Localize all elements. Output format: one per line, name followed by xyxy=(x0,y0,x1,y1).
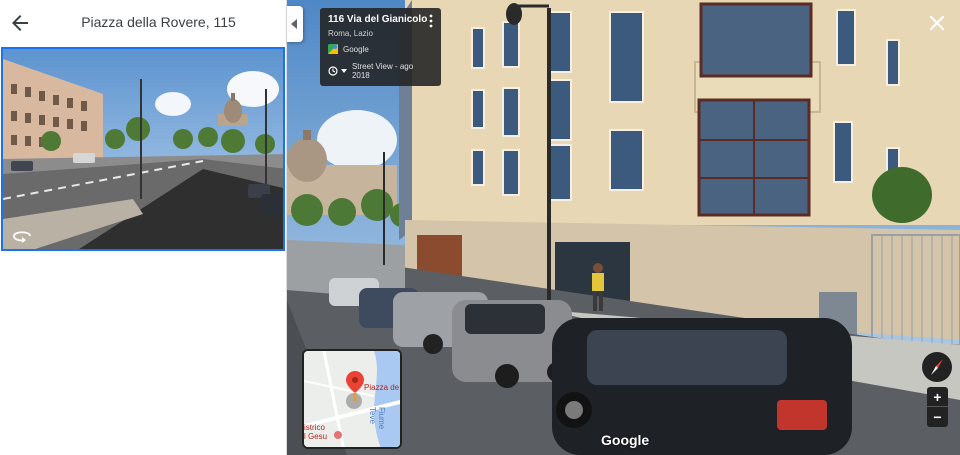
provider-row: Google xyxy=(328,44,433,54)
location-address: 116 Via del Gianicolo xyxy=(328,14,428,25)
close-icon[interactable] xyxy=(928,14,946,32)
location-locality: Roma, Lazio xyxy=(328,29,373,38)
compass-button[interactable] xyxy=(922,352,952,382)
church-marker-icon xyxy=(334,431,342,439)
zoom-in-button[interactable]: + xyxy=(927,387,948,407)
collapse-panel-button[interactable] xyxy=(287,6,303,42)
side-panel: Piazza della Rovere, 115 xyxy=(0,0,287,455)
side-panel-header: Piazza della Rovere, 115 xyxy=(0,0,287,46)
clock-history-icon xyxy=(328,66,338,76)
map-pin-icon xyxy=(346,371,364,402)
capture-date: Street View - ago 2018 xyxy=(351,62,414,80)
zoom-out-button[interactable]: − xyxy=(927,407,948,427)
app: Piazza della Rovere, 115 116 Via del Gia… xyxy=(0,0,960,455)
back-arrow-icon[interactable] xyxy=(8,11,32,35)
rotate-icon[interactable] xyxy=(11,227,33,243)
google-maps-icon xyxy=(328,44,338,54)
google-logo: Google xyxy=(601,432,650,448)
provider-name: Google xyxy=(343,44,369,54)
mini-map-river-label: Fiume Teve xyxy=(368,407,386,430)
chevron-down-icon xyxy=(340,69,347,73)
chevron-left-icon xyxy=(291,19,297,29)
zoom-control: + − xyxy=(927,387,948,427)
location-info-card: 116 Via del Gianicolo Roma, Lazio Google… xyxy=(320,8,441,86)
more-vert-icon[interactable] xyxy=(426,14,436,28)
street-view-thumbnail[interactable] xyxy=(1,47,285,251)
compass-icon xyxy=(931,359,943,375)
mini-map-church-label: istrico l Gesu xyxy=(304,423,328,441)
mini-map[interactable]: Piazza de Fiume Teve istrico l Gesu xyxy=(302,349,402,449)
place-title: Piazza della Rovere, 115 xyxy=(81,14,236,30)
capture-date-selector[interactable]: Street View - ago 2018 xyxy=(328,62,433,80)
mini-map-place-label: Piazza de xyxy=(364,383,400,392)
thumbnail-image xyxy=(3,49,283,249)
